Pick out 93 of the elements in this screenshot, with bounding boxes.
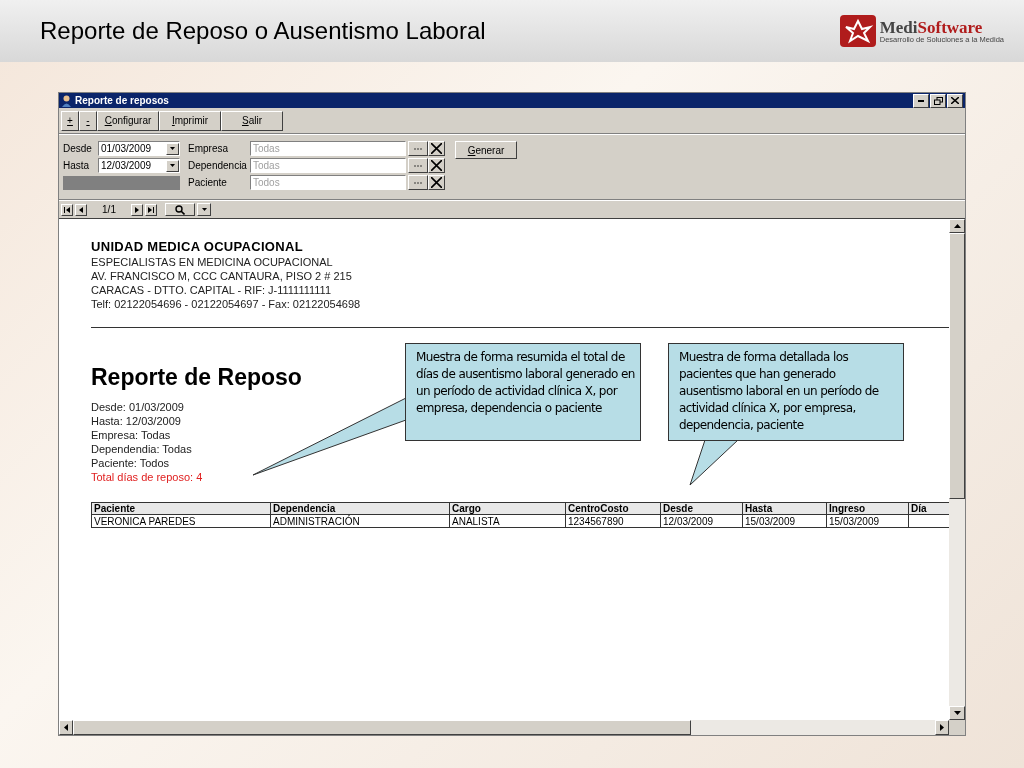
report-company: UNIDAD MEDICA OCUPACIONAL [91, 239, 304, 255]
window-title: Reporte de reposos [75, 94, 169, 108]
column-header: CentroCosto [565, 502, 661, 515]
previous-icon [79, 206, 83, 213]
column-header: Día [908, 502, 949, 515]
right-arrow-icon [940, 724, 944, 731]
column-header: Paciente [91, 502, 271, 515]
next-page-button[interactable] [131, 203, 143, 216]
slide-title: Reporte de Reposo o Ausentismo Laboral [40, 16, 486, 46]
close-button[interactable] [947, 93, 963, 108]
logo-icon [839, 15, 876, 47]
column-header: Ingreso [826, 502, 909, 515]
previous-page-button[interactable] [75, 203, 87, 216]
first-page-icon [64, 206, 70, 213]
lookup-field[interactable]: Todos [250, 175, 406, 190]
first-page-button[interactable] [61, 203, 73, 216]
report-criterion: Dependendia: Todas [91, 442, 192, 456]
report-criterion: Paciente: Todos [91, 456, 170, 470]
last-page-button[interactable] [145, 203, 157, 216]
table-cell: ANALISTA [449, 514, 566, 528]
caret-icon [170, 164, 175, 167]
vertical-scrollbar[interactable] [949, 219, 965, 720]
restore-button[interactable] [930, 93, 946, 108]
table-cell: 1234567890 [565, 514, 661, 528]
browse-button[interactable] [408, 141, 428, 156]
toolbar-button[interactable]: Imprimir [159, 110, 221, 131]
report-total: Total días de reposo: 4 [91, 470, 203, 484]
close-icon [431, 160, 442, 171]
column-header: Cargo [449, 502, 566, 515]
report-title: Reporte de Reposo [91, 363, 302, 392]
table-cell: 15/03/2009 [742, 514, 827, 528]
field-label: Empresa [188, 142, 229, 156]
close-icon [431, 143, 442, 154]
scroll-thumb[interactable] [949, 233, 965, 499]
left-arrow-icon [64, 724, 68, 731]
logo-wordmark: MediSoftware [879, 18, 984, 36]
field-label: Dependencia [188, 159, 248, 173]
column-header: Dependencia [270, 502, 450, 515]
search-icon [175, 204, 185, 215]
zoom-button[interactable] [165, 203, 195, 216]
generate-button[interactable]: Generar [455, 141, 517, 159]
down-arrow-icon [953, 711, 961, 715]
field-label: Desde [63, 142, 92, 156]
table-cell: 12/03/2009 [660, 514, 743, 528]
caret-icon [201, 208, 207, 211]
ellipsis-icon [414, 147, 422, 150]
report-criterion: Desde: 01/03/2009 [91, 400, 184, 414]
minimize-icon [918, 99, 924, 102]
horizontal-scrollbar[interactable] [59, 720, 949, 735]
report-header-line: ESPECIALISTAS EN MEDICINA OCUPACIONAL [91, 255, 334, 269]
browse-button[interactable] [408, 158, 428, 173]
lookup-field[interactable]: Todas [250, 141, 406, 156]
clear-button[interactable] [428, 158, 445, 173]
browse-button[interactable] [408, 175, 428, 190]
last-page-icon [148, 206, 154, 213]
table-cell: ADMINISTRACIÓN [270, 514, 450, 528]
report-criterion: Empresa: Todas [91, 428, 171, 442]
clear-button[interactable] [428, 141, 445, 156]
dropdown-button[interactable] [166, 159, 179, 172]
table-cell: VERONICA PAREDES [91, 514, 271, 528]
toolbar-button[interactable]: - [79, 110, 97, 131]
person-icon [61, 94, 72, 107]
callout-pointer [689, 439, 739, 486]
up-arrow-icon [953, 224, 961, 228]
lookup-field[interactable]: Todas [250, 158, 406, 173]
date-field[interactable]: 12/03/2009 [98, 158, 180, 173]
minimize-button[interactable] [913, 93, 929, 108]
column-header: Desde [660, 502, 743, 515]
caret-icon [170, 147, 175, 150]
toolbar-button[interactable]: + [61, 110, 79, 131]
table-cell: 15/03/2009 [826, 514, 909, 528]
toolbar-button[interactable]: Salir [221, 110, 283, 131]
date-field[interactable]: 01/03/2009 [98, 141, 180, 156]
report-header-line: Telf: 02122054696 - 02122054697 - Fax: 02122054698 [91, 297, 362, 311]
report-criterion: Hasta: 12/03/2009 [91, 414, 181, 428]
column-header: Hasta [742, 502, 827, 515]
scroll-thumb[interactable] [73, 720, 691, 735]
field-label: Paciente [188, 176, 228, 190]
callout: Muestra de forma resumida el total de días de ausentismo laboral generado en un período de actividad clínica X, por empresa, dependencia o paciente [405, 343, 641, 441]
dropdown-button[interactable] [166, 142, 179, 155]
ellipsis-icon [414, 164, 422, 167]
toolbar-button[interactable]: Configurar [97, 110, 159, 131]
zoom-dropdown-button[interactable] [197, 203, 211, 216]
report-header-line: AV. FRANCISCO M, CCC CANTAURA, PISO 2 # 215 [91, 269, 353, 283]
clear-button[interactable] [428, 175, 445, 190]
close-icon [951, 97, 959, 104]
restore-icon [933, 96, 943, 105]
close-icon [431, 177, 442, 188]
next-icon [135, 206, 139, 213]
page-indicator: 1/1 [101, 203, 117, 217]
field-label: Hasta [63, 159, 90, 173]
ellipsis-icon [414, 181, 422, 184]
report-header-line: CARACAS - DTTO. CAPITAL - RIF: J-1111111111 [91, 283, 333, 297]
